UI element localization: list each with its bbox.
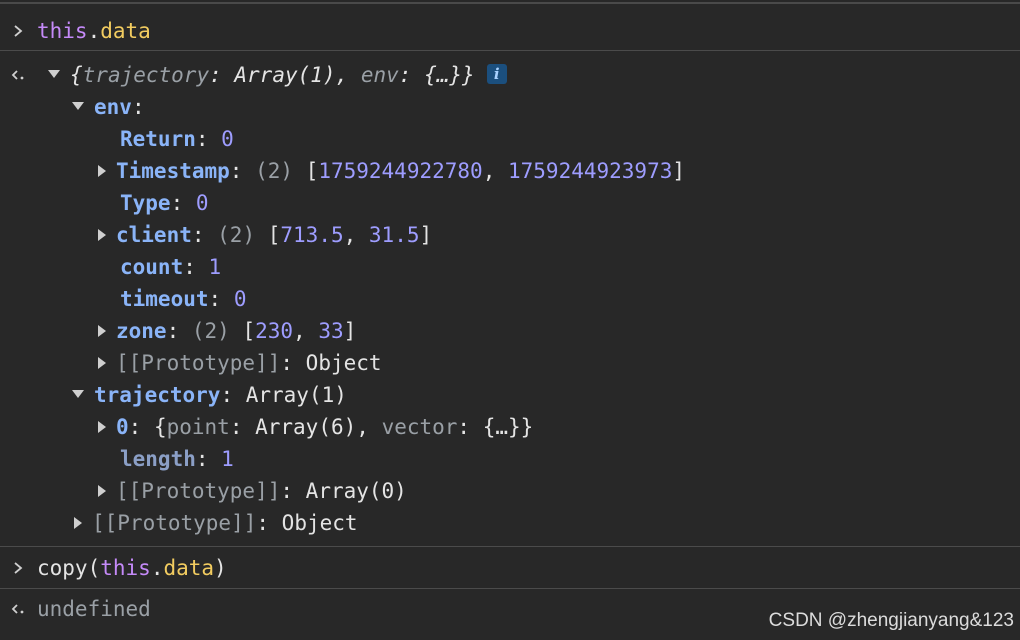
zone-length: (2): [191, 319, 230, 343]
vector-value: {…}: [482, 415, 521, 439]
expand-triangle-icon[interactable]: [74, 517, 82, 529]
timeout-key: timeout: [120, 287, 209, 311]
prototype-value: Object: [281, 511, 358, 535]
env-return-row: Return: 0: [120, 127, 234, 151]
client-key: client: [116, 223, 192, 247]
length-key: length: [120, 447, 196, 471]
env-count-row: count: 1: [120, 255, 222, 279]
client-length: (2): [217, 223, 256, 247]
copy-function: copy: [37, 556, 88, 580]
summary-colon: :: [209, 63, 235, 87]
collapse-triangle-icon[interactable]: [48, 70, 60, 78]
input-dot: .: [150, 556, 164, 580]
timestamp-value-1: 1759244923973: [508, 159, 673, 183]
trajectory-row[interactable]: trajectory: Array(1): [72, 380, 347, 410]
collapse-triangle-icon[interactable]: [72, 102, 84, 110]
item-index: 0: [116, 415, 129, 439]
env-prototype-row[interactable]: [[Prototype]]: Object: [98, 348, 382, 378]
console-input-1[interactable]: this.data: [37, 16, 151, 46]
expand-triangle-icon[interactable]: [98, 325, 106, 337]
count-key: count: [120, 255, 184, 279]
input-prop: data: [100, 19, 151, 43]
return-value: 0: [221, 127, 234, 151]
zone-value-1: 33: [318, 319, 344, 343]
input-prop: data: [163, 556, 215, 580]
timeout-value: 0: [233, 287, 247, 311]
point-value: Array(6): [255, 415, 357, 439]
summary-close: }: [462, 63, 475, 87]
prototype-value: Object: [305, 351, 382, 375]
expand-triangle-icon[interactable]: [98, 165, 106, 177]
colon: :: [131, 95, 145, 119]
env-zone-row[interactable]: zone: (2) [230, 33]: [98, 316, 356, 346]
root-prototype-row[interactable]: [[Prototype]]: Object: [74, 508, 358, 538]
top-border: [0, 2, 1020, 4]
summary-val-trajectory: Array(1): [234, 63, 336, 87]
input-this: this: [100, 556, 151, 580]
trajectory-item-0-row[interactable]: 0: {point: Array(6), vector: {…}}: [98, 412, 533, 442]
prototype-key: [[Prototype]]: [92, 511, 257, 535]
summary-colon: :: [398, 63, 425, 87]
summary-open: {: [70, 63, 83, 87]
info-icon[interactable]: i: [486, 64, 507, 84]
summary-key-env: env: [360, 63, 399, 87]
summary-key-trajectory: trajectory: [82, 63, 210, 87]
env-timeout-row: timeout: 0: [120, 287, 247, 311]
prototype-key: [[Prototype]]: [116, 479, 281, 503]
zone-key: zone: [116, 319, 167, 343]
paren-close: ): [214, 556, 227, 580]
summary-comma: ,: [335, 63, 361, 87]
collapse-triangle-icon[interactable]: [72, 390, 84, 398]
expand-triangle-icon[interactable]: [98, 357, 106, 369]
trajectory-key: trajectory: [94, 383, 221, 407]
prototype-key: [[Prototype]]: [116, 351, 281, 375]
timestamp-key: Timestamp: [116, 159, 230, 183]
point-key: point: [166, 415, 230, 439]
output-return-icon: [8, 60, 28, 90]
input-prompt-icon: [8, 16, 28, 46]
type-value: 0: [195, 191, 209, 215]
console-input-2[interactable]: copy(this.data): [37, 553, 227, 583]
input-this: this: [37, 19, 88, 43]
client-value-1: 31.5: [368, 223, 420, 247]
count-value: 1: [208, 255, 222, 279]
zone-value-0: 230: [255, 319, 294, 343]
expand-triangle-icon[interactable]: [98, 421, 106, 433]
client-value-0: 713.5: [280, 223, 344, 247]
input-prompt-icon: [8, 553, 28, 583]
expand-triangle-icon[interactable]: [98, 485, 106, 497]
expand-triangle-icon[interactable]: [98, 229, 106, 241]
console-separator: [0, 50, 1020, 51]
console-separator: [0, 546, 1020, 547]
env-key: env: [94, 95, 132, 119]
timestamp-length: (2): [255, 159, 294, 183]
output-return-icon: [8, 594, 28, 624]
type-key: Type: [120, 191, 171, 215]
vector-key: vector: [381, 415, 458, 439]
length-value: 1: [221, 447, 234, 471]
env-type-row: Type: 0: [120, 191, 209, 215]
input-dot: .: [87, 19, 101, 43]
watermark: CSDN @zhengjianyang&123: [768, 610, 1014, 631]
env-timestamp-row[interactable]: Timestamp: (2) [1759244922780, 175924492…: [98, 156, 685, 186]
console-result-undefined: undefined: [37, 597, 151, 621]
summary-val-env: {…}: [424, 63, 463, 87]
env-row[interactable]: env:: [72, 92, 145, 122]
return-key: Return: [120, 127, 196, 151]
timestamp-value-0: 1759244922780: [318, 159, 483, 183]
trajectory-value: Array(1): [245, 383, 347, 407]
trajectory-length-row: length: 1: [120, 447, 234, 471]
console-separator: [0, 588, 1020, 589]
prototype-value: Array(0): [305, 479, 407, 503]
paren-open: (: [87, 556, 101, 580]
trajectory-prototype-row[interactable]: [[Prototype]]: Array(0): [98, 476, 407, 506]
result-summary-row[interactable]: {trajectory: Array(1), env: {…}} i: [48, 60, 507, 90]
env-client-row[interactable]: client: (2) [713.5, 31.5]: [98, 220, 432, 250]
